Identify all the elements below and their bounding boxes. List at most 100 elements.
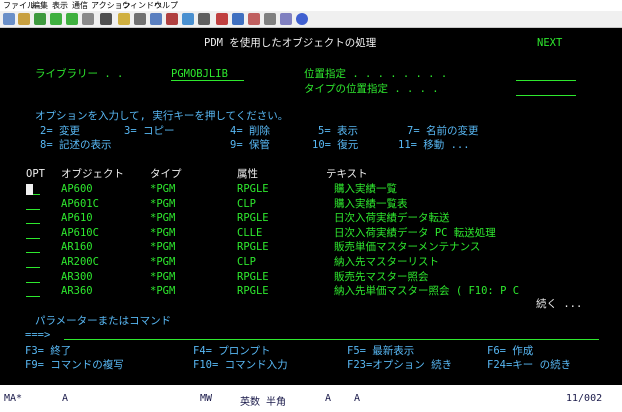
fkey-f4[interactable]: F4= プロンプト xyxy=(193,345,270,357)
option-display: 5= 表示 xyxy=(318,125,358,137)
status-cursor-position: 11/002 xyxy=(566,393,603,404)
settings-icon[interactable] xyxy=(166,13,178,25)
connect-icon[interactable] xyxy=(232,13,244,25)
cursor xyxy=(26,184,33,195)
command-line-input[interactable] xyxy=(64,339,599,340)
type-position-label: タイプの位置指定 . . . . xyxy=(304,83,439,95)
command-prompt: ===> xyxy=(25,329,51,341)
object-text: 日次入荷実績データ転送 xyxy=(334,212,450,224)
menu-view[interactable]: 表示 xyxy=(52,0,68,11)
record-icon[interactable] xyxy=(118,13,130,25)
library-label: ライブラリー . . xyxy=(35,68,124,80)
object-type: *PGM xyxy=(150,227,176,239)
print-icon[interactable] xyxy=(264,13,276,25)
type-position-input[interactable] xyxy=(516,95,576,96)
object-type: *PGM xyxy=(150,241,176,253)
menu-edit[interactable]: 編集 xyxy=(32,0,48,11)
object-text: 購入実績一覧 xyxy=(334,183,397,195)
screen-title: PDM を使用したオブジェクトの処理 xyxy=(204,37,377,49)
display-icon[interactable] xyxy=(198,13,210,25)
status-a3: A xyxy=(354,393,361,404)
object-name: AR300 xyxy=(61,271,93,283)
option-rename: 7= 名前の変更 xyxy=(407,125,479,137)
menu-communication[interactable]: 通信 xyxy=(72,0,88,11)
object-attribute: RPGLE xyxy=(237,285,269,297)
object-attribute: CLLE xyxy=(237,227,263,239)
object-type: *PGM xyxy=(150,198,176,210)
position-input[interactable] xyxy=(516,80,576,81)
object-text: 納入先単価マスター照会 ( F10: P C xyxy=(334,285,520,297)
header-attribute: 属性 xyxy=(237,168,258,180)
file-icon[interactable] xyxy=(82,13,94,25)
opt-input[interactable] xyxy=(26,282,40,283)
option-delete: 4= 削除 xyxy=(230,125,270,137)
object-name: AR200C xyxy=(61,256,99,268)
fkey-f10[interactable]: F10= コマンド入力 xyxy=(193,359,288,371)
toolbar xyxy=(0,11,622,28)
object-name: AP601C xyxy=(61,198,99,210)
fkey-f9[interactable]: F9= コマンドの複写 xyxy=(25,359,124,371)
position-label: 位置指定 . . . . . . . . xyxy=(304,68,448,80)
object-text: 購入実績一覧表 xyxy=(334,198,408,210)
object-name: AR160 xyxy=(61,241,93,253)
menu-file[interactable]: ファイル xyxy=(3,0,35,11)
menu-bar: ファイル 編集 表示 通信 アクション ウィンドウ ヘルプ xyxy=(0,0,622,11)
status-bar: MA* A MW 英数 半角 A A 11/002 xyxy=(0,385,622,412)
transfer-icon[interactable] xyxy=(34,13,46,25)
object-name: AP610C xyxy=(61,227,99,239)
play-icon[interactable] xyxy=(150,13,162,25)
stop-icon[interactable] xyxy=(134,13,146,25)
object-type: *PGM xyxy=(150,285,176,297)
opt-input[interactable] xyxy=(26,267,40,268)
opt-input[interactable] xyxy=(26,209,40,210)
header-object: オブジェクト xyxy=(61,168,124,180)
status-a1: A xyxy=(62,393,69,404)
option-change: 2= 変更 xyxy=(40,125,80,137)
option-save: 9= 保管 xyxy=(230,139,270,151)
object-name: AP600 xyxy=(61,183,93,195)
opt-input[interactable] xyxy=(26,238,40,239)
object-type: *PGM xyxy=(150,256,176,268)
object-name: AP610 xyxy=(61,212,93,224)
fkey-f3[interactable]: F3= 終了 xyxy=(25,345,71,357)
fkey-f24[interactable]: F24=キー の続き xyxy=(487,359,571,371)
edit-icon[interactable] xyxy=(216,13,228,25)
header-opt: OPT xyxy=(26,168,45,180)
image-icon[interactable] xyxy=(280,13,292,25)
object-type: *PGM xyxy=(150,183,176,195)
status-a2: A xyxy=(325,393,332,404)
status-input-mode: 英数 半角 xyxy=(240,397,287,408)
option-restore: 10= 復元 xyxy=(312,139,359,151)
object-text: 販売単価マスターメンテナンス xyxy=(334,241,481,253)
help-icon[interactable] xyxy=(296,13,308,25)
opt-input[interactable] xyxy=(26,252,40,253)
opt-input[interactable] xyxy=(26,296,40,297)
object-attribute: CLP xyxy=(237,198,256,210)
option-move: 11= 移動 ... xyxy=(398,139,470,151)
upload-icon[interactable] xyxy=(50,13,62,25)
opt-input[interactable] xyxy=(26,223,40,224)
object-attribute: RPGLE xyxy=(237,212,269,224)
fkey-f6[interactable]: F6= 作成 xyxy=(487,345,533,357)
option-describe: 8= 記述の表示 xyxy=(40,139,112,151)
copy-icon[interactable] xyxy=(3,13,15,25)
object-attribute: RPGLE xyxy=(237,183,269,195)
keyboard-icon[interactable] xyxy=(182,13,194,25)
object-text: 販売先マスター照会 xyxy=(334,271,429,283)
download-icon[interactable] xyxy=(66,13,78,25)
menu-help[interactable]: ヘルプ xyxy=(154,0,178,11)
macro-icon[interactable] xyxy=(100,13,112,25)
fkey-f5[interactable]: F5= 最新表示 xyxy=(347,345,414,357)
paste-icon[interactable] xyxy=(18,13,30,25)
parameter-label: パラメーターまたはコマンド xyxy=(35,315,172,327)
disconnect-icon[interactable] xyxy=(248,13,260,25)
terminal-screen[interactable]: PDM を使用したオブジェクトの処理 NEXT ライブラリー . . PGMOB… xyxy=(0,28,622,385)
more-indicator: 続く ... xyxy=(536,298,583,310)
object-name: AR360 xyxy=(61,285,93,297)
option-prompt: オプションを入力して, 実行キーを押してください。 xyxy=(35,110,289,122)
status-mw: MW xyxy=(200,393,213,404)
object-attribute: CLP xyxy=(237,256,256,268)
fkey-f23[interactable]: F23=オプション 続き xyxy=(347,359,452,371)
header-type: タイプ xyxy=(150,168,182,180)
header-text: テキスト xyxy=(326,168,368,180)
